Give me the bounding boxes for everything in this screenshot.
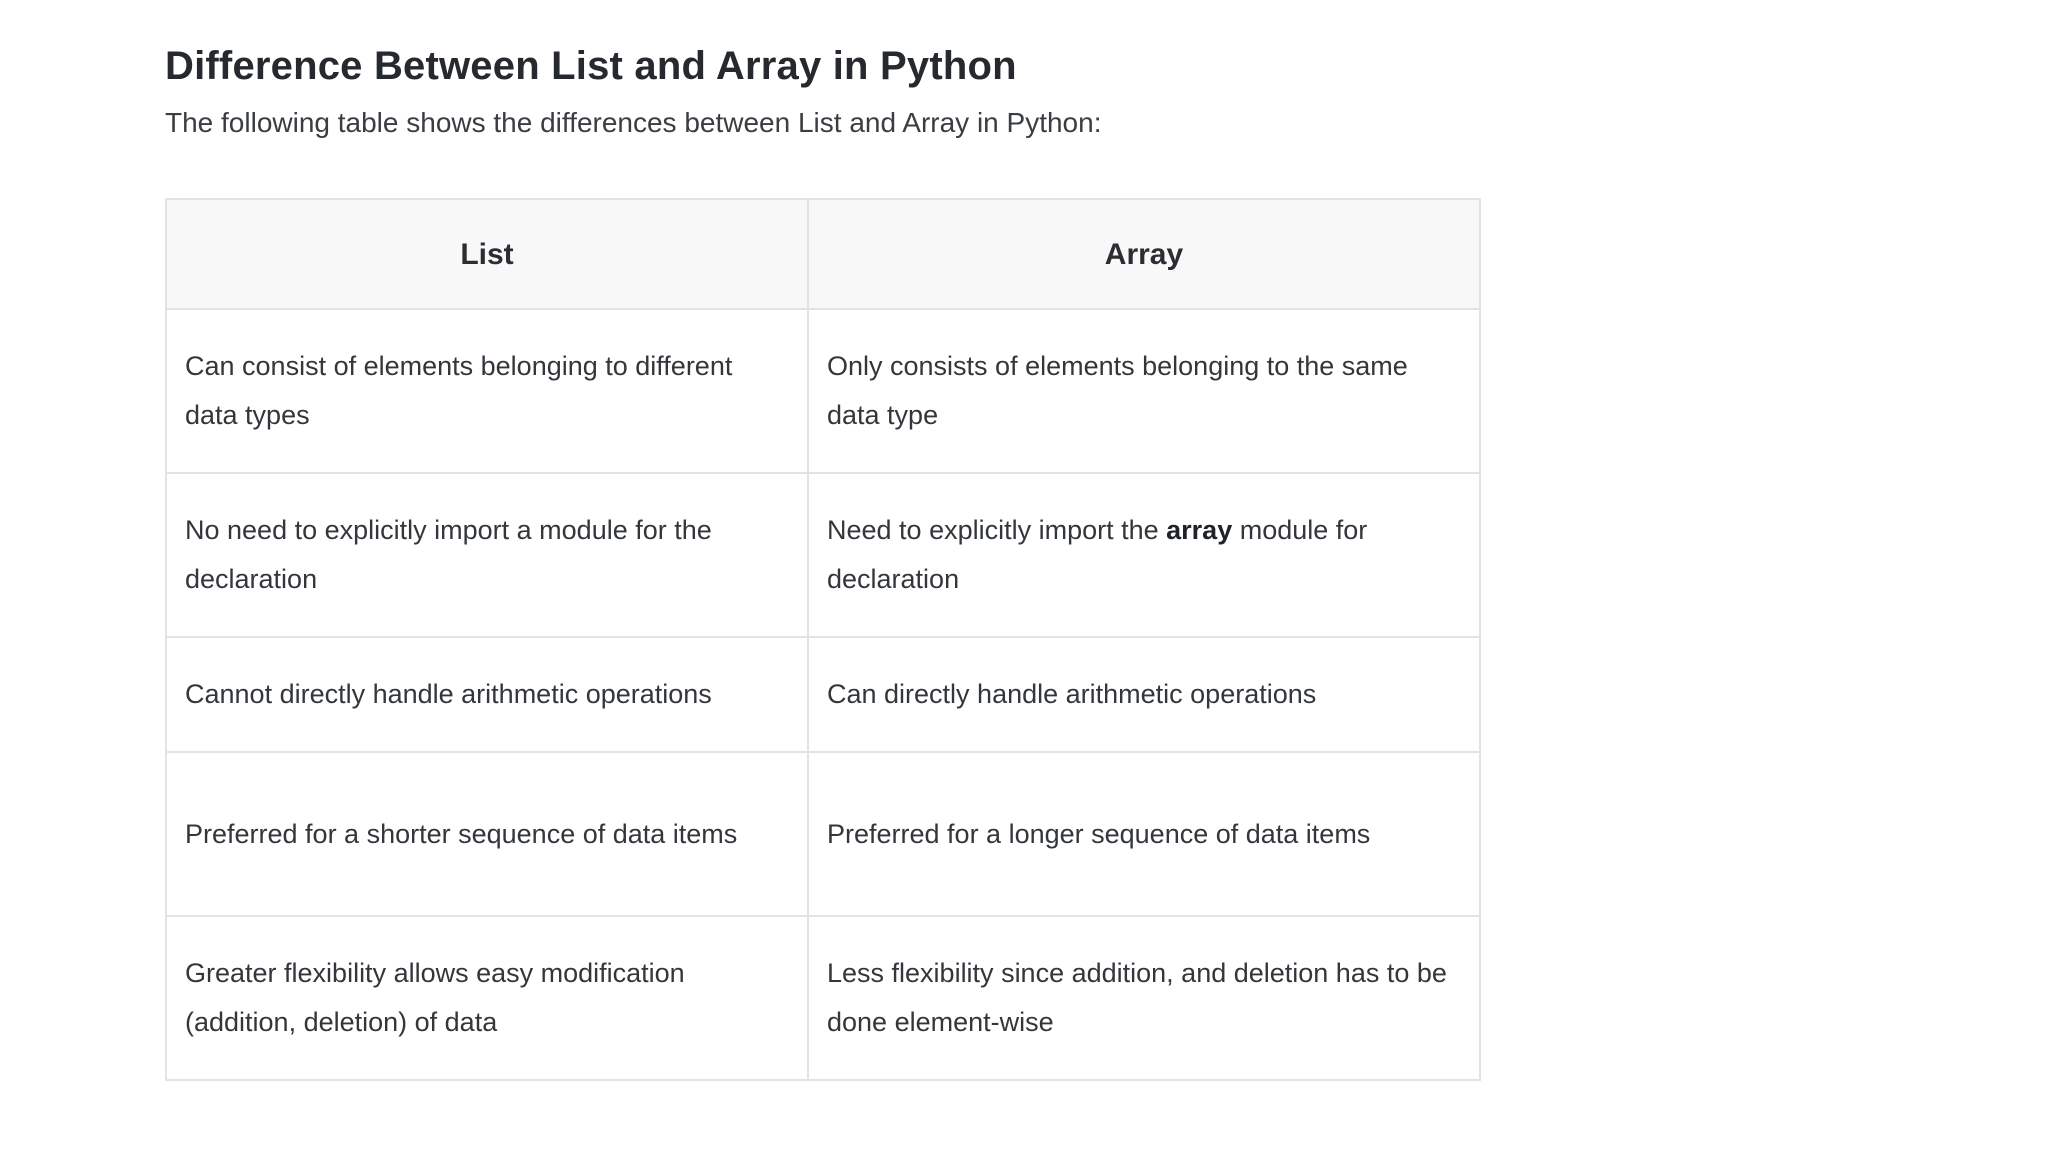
cell-array: Preferred for a longer sequence of data … bbox=[807, 751, 1481, 917]
article: Difference Between List and Array in Pyt… bbox=[165, 36, 1485, 1081]
page-title: Difference Between List and Array in Pyt… bbox=[165, 44, 1017, 88]
header-array: Array bbox=[807, 198, 1481, 310]
cell-list: Can consist of elements belonging to dif… bbox=[165, 308, 809, 474]
cell-array: Less flexibility since addition, and del… bbox=[807, 915, 1481, 1081]
cell-list: Greater flexibility allows easy modifica… bbox=[165, 915, 809, 1081]
table-header-row: List Array bbox=[165, 198, 1481, 310]
intro-text: The following table shows the difference… bbox=[165, 107, 1102, 138]
table-row: Can consist of elements belonging to dif… bbox=[165, 308, 1481, 474]
table-row: Preferred for a shorter sequence of data… bbox=[165, 751, 1481, 917]
cell-list: Cannot directly handle arithmetic operat… bbox=[165, 636, 809, 753]
array-module-keyword: array bbox=[1166, 515, 1233, 545]
header-list: List bbox=[165, 198, 809, 310]
cell-array: Only consists of elements belonging to t… bbox=[807, 308, 1481, 474]
table-row: Greater flexibility allows easy modifica… bbox=[165, 915, 1481, 1081]
cell-list: Preferred for a shorter sequence of data… bbox=[165, 751, 809, 917]
comparison-table: List Array Can consist of elements belon… bbox=[165, 198, 1481, 1081]
table-row: Cannot directly handle arithmetic operat… bbox=[165, 636, 1481, 753]
table-row: No need to explicitly import a module fo… bbox=[165, 472, 1481, 638]
cell-array: Need to explicitly import the array modu… bbox=[807, 472, 1481, 638]
cell-array: Can directly handle arithmetic operation… bbox=[807, 636, 1481, 753]
cell-array-text-pre: Need to explicitly import the bbox=[827, 515, 1167, 545]
cell-list: No need to explicitly import a module fo… bbox=[165, 472, 809, 638]
